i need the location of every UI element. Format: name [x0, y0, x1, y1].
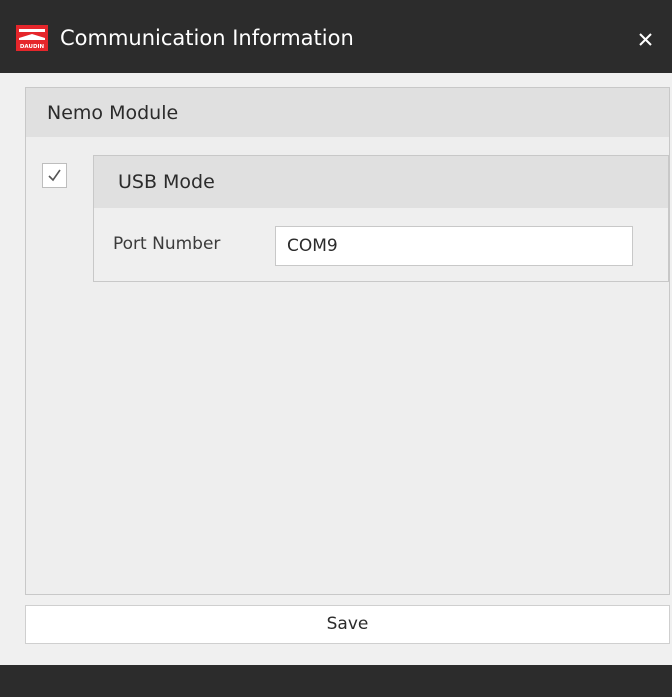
usb-mode-group: USB Mode Port Number	[93, 155, 669, 282]
title-bar: DAUDIN Communication Information	[0, 0, 672, 73]
daudin-logo-icon: DAUDIN	[16, 25, 48, 51]
nemo-module-header: Nemo Module	[26, 88, 669, 137]
port-number-input[interactable]	[275, 226, 633, 266]
communication-info-window: DAUDIN Communication Information Nemo Mo…	[0, 0, 672, 697]
window-title: Communication Information	[60, 26, 354, 50]
logo-lettering: DAUDIN	[20, 44, 45, 50]
close-icon	[639, 33, 652, 46]
usb-mode-header: USB Mode	[94, 156, 668, 208]
port-number-label: Port Number	[113, 234, 221, 254]
checkmark-icon	[48, 169, 61, 182]
nemo-module-title: Nemo Module	[47, 102, 179, 124]
close-button[interactable]	[628, 22, 662, 56]
usb-mode-checkbox[interactable]	[42, 163, 67, 188]
usb-mode-title: USB Mode	[118, 171, 215, 193]
nemo-module-group: Nemo Module USB Mode Port Number	[25, 87, 670, 595]
save-button[interactable]: Save	[25, 605, 670, 644]
bottom-bar	[0, 665, 672, 697]
